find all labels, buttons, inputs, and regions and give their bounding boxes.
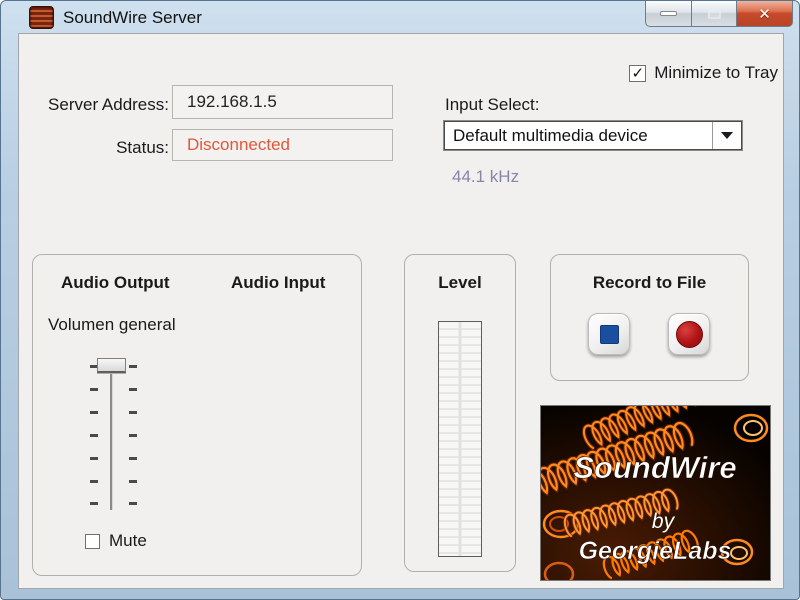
slider-tick <box>129 365 137 368</box>
slider-tick <box>90 502 98 505</box>
level-meter <box>438 321 482 557</box>
minimize-to-tray-option: Minimize to Tray <box>629 63 778 83</box>
volume-slider-track[interactable] <box>110 363 113 510</box>
input-select-value: Default multimedia device <box>453 125 648 145</box>
stop-recording-button[interactable] <box>588 313 630 355</box>
logo-by-text: by <box>652 510 676 533</box>
slider-tick <box>129 388 137 391</box>
slider-tick <box>90 411 98 414</box>
window-controls: ✕ <box>645 1 793 27</box>
slider-tick <box>90 480 98 483</box>
audio-output-header: Audio Output <box>61 273 170 292</box>
minimize-icon <box>660 11 677 16</box>
volume-slider-thumb[interactable] <box>97 358 126 373</box>
minimize-button[interactable] <box>645 1 692 27</box>
stop-icon <box>599 324 619 344</box>
mute-checkbox[interactable] <box>85 533 100 549</box>
window-title: SoundWire Server <box>63 8 202 27</box>
logo-brand-text: GeorgieLabs <box>579 537 732 565</box>
slider-tick <box>90 434 98 437</box>
input-select-dropdown[interactable]: Default multimedia device <box>444 121 742 150</box>
app-window: SoundWire Server ✕ Minimize to Tray Serv… <box>0 0 800 600</box>
client-area: Minimize to Tray Server Address: 192.168… <box>18 33 784 589</box>
slider-tick <box>129 480 137 483</box>
slider-tick <box>129 411 137 414</box>
status-field: Disconnected <box>172 129 393 161</box>
audio-groupbox: Audio Output Audio Input Volumen general… <box>32 254 362 576</box>
dropdown-arrow-button[interactable] <box>712 122 741 149</box>
mute-option: Mute <box>85 531 147 551</box>
level-groupbox: Level <box>404 254 516 572</box>
server-address-label: Server Address: <box>48 95 169 114</box>
slider-tick <box>129 502 137 505</box>
slider-tick <box>129 457 137 460</box>
server-address-field[interactable]: 192.168.1.5 <box>172 85 393 119</box>
chevron-down-icon <box>721 132 733 139</box>
slider-tick <box>129 434 137 437</box>
mute-label: Mute <box>109 531 147 550</box>
slider-tick <box>90 457 98 460</box>
slider-tick <box>90 388 98 391</box>
input-select-label: Input Select: <box>445 95 540 114</box>
maximize-icon <box>707 8 721 19</box>
audio-input-header: Audio Input <box>231 273 326 292</box>
record-icon <box>675 320 703 348</box>
logo-title-text: SoundWire <box>573 450 736 485</box>
level-header: Level <box>438 273 482 292</box>
titlebar: SoundWire Server ✕ <box>1 1 799 33</box>
sample-rate-text: 44.1 kHz <box>452 167 520 186</box>
close-icon: ✕ <box>758 5 771 23</box>
minimize-to-tray-checkbox[interactable] <box>629 64 647 82</box>
volume-label: Volumen general <box>48 315 176 334</box>
soundwire-logo: SoundWire by GeorgieLabs <box>540 405 771 581</box>
minimize-to-tray-label: Minimize to Tray <box>654 63 778 82</box>
record-to-file-header: Record to File <box>592 273 707 292</box>
status-value: Disconnected <box>187 135 291 154</box>
server-address-value: 192.168.1.5 <box>187 92 277 111</box>
maximize-button[interactable] <box>692 1 736 27</box>
record-button[interactable] <box>668 313 710 355</box>
record-groupbox: Record to File <box>550 254 749 381</box>
app-icon <box>29 6 54 29</box>
status-label: Status: <box>116 138 169 157</box>
close-button[interactable]: ✕ <box>736 1 793 27</box>
